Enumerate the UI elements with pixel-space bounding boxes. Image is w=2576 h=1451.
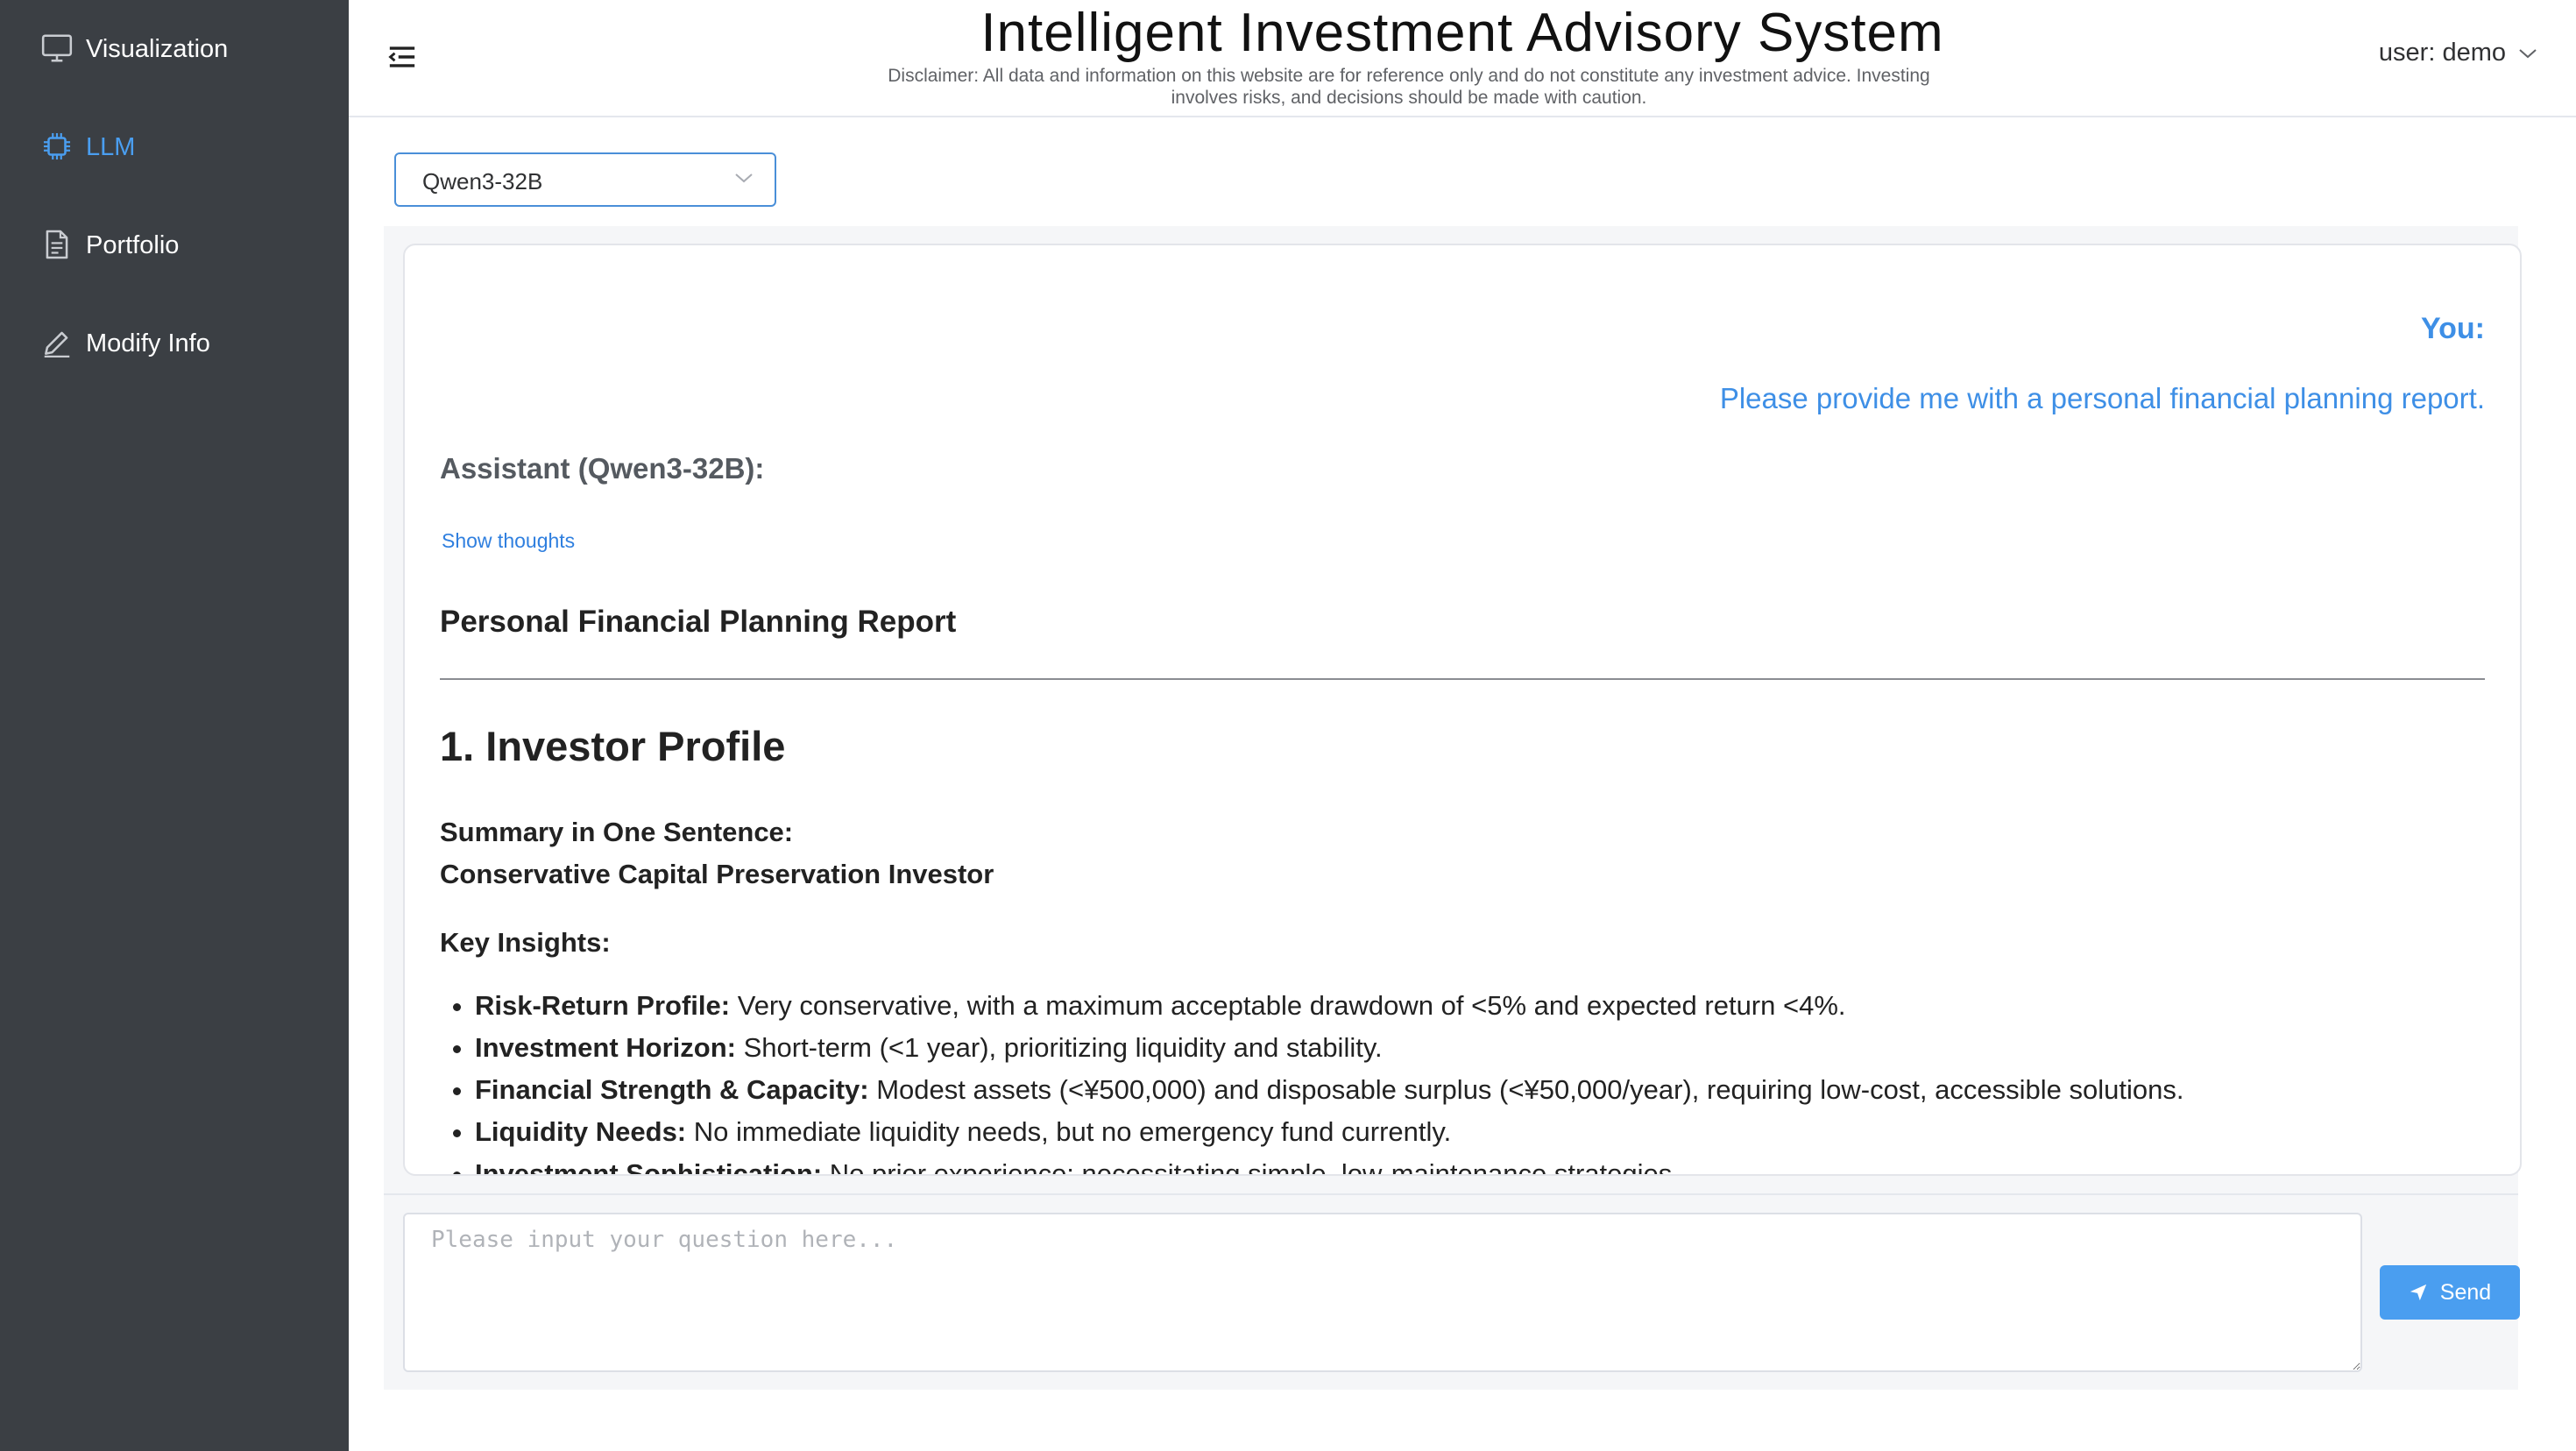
show-thoughts-link[interactable]: Show thoughts (442, 529, 575, 553)
document-icon (46, 230, 68, 259)
model-select[interactable]: Qwen3-32B (394, 152, 776, 207)
send-button-label: Send (2439, 1279, 2492, 1305)
chat-history[interactable]: You: Please provide me with a personal f… (403, 244, 2522, 1176)
summary-label: Summary in One Sentence: (440, 817, 794, 847)
user-menu[interactable]: user: demo (2379, 39, 2537, 67)
insight-term: Investment Sophistication: (475, 1158, 823, 1176)
edit-icon (44, 331, 70, 357)
list-item: Investment Sophistication: No prior expe… (475, 1157, 2490, 1176)
list-item: Investment Horizon: Short-term (<1 year)… (475, 1030, 2490, 1072)
send-icon (2410, 1284, 2426, 1301)
user-label: user: demo (2378, 39, 2506, 67)
sidebar-item-portfolio[interactable]: Portfolio (0, 196, 349, 294)
sidebar-item-label: Portfolio (86, 230, 180, 259)
assistant-message-label: Assistant (Qwen3-32B): (440, 452, 765, 485)
chevron-down-icon (2519, 48, 2537, 58)
list-item: Financial Strength & Capacity: Modest as… (475, 1072, 2490, 1115)
insight-term: Liquidity Needs: (475, 1116, 687, 1147)
section-heading: 1. Investor Profile (440, 723, 786, 769)
report-title: Personal Financial Planning Report (440, 605, 957, 639)
insight-text: Short-term (<1 year), prioritizing liqui… (735, 1032, 1383, 1063)
disclaimer-text: Disclaimer: All data and information on … (888, 66, 1930, 108)
user-message: Please provide me with a personal financ… (1719, 382, 2485, 414)
insight-text: Very conservative, with a maximum accept… (730, 990, 1846, 1021)
sidebar-item-label: Modify Info (86, 329, 210, 357)
insight-text: Modest assets (<¥500,000) and disposable… (868, 1074, 2184, 1105)
sidebar-item-visualization[interactable]: Visualization (0, 0, 349, 98)
sidebar: Visualization LLM Portfolio Modify Info (0, 0, 349, 1451)
sidebar-item-modify-info[interactable]: Modify Info (0, 294, 349, 393)
list-item: Liquidity Needs: No immediate liquidity … (475, 1115, 2490, 1157)
question-input[interactable] (403, 1213, 2362, 1372)
header: Intelligent Investment Advisory System D… (349, 0, 2576, 117)
insight-text: No immediate liquidity needs, but no eme… (686, 1116, 1452, 1147)
list-item: Risk-Return Profile: Very conservative, … (475, 988, 2490, 1030)
user-message-label: You: (2420, 312, 2485, 345)
send-button[interactable]: Send (2380, 1265, 2520, 1320)
insight-term: Investment Horizon: (475, 1032, 736, 1063)
insights-list: Risk-Return Profile: Very conservative, … (440, 988, 2490, 1176)
sidebar-item-label: LLM (86, 132, 136, 161)
chevron-down-icon (735, 173, 753, 183)
summary-value: Conservative Capital Preservation Invest… (440, 859, 994, 889)
insight-term: Financial Strength & Capacity: (475, 1074, 869, 1105)
sidebar-item-label: Visualization (86, 34, 229, 63)
insights-label: Key Insights: (440, 927, 611, 958)
monitor-icon (41, 34, 73, 62)
page-title: Intelligent Investment Advisory System (980, 3, 1944, 63)
model-select-value: Qwen3-32B (422, 168, 543, 195)
sidebar-item-llm[interactable]: LLM (0, 98, 349, 196)
divider (440, 678, 2485, 680)
divider (384, 1193, 2518, 1195)
chip-icon (43, 132, 71, 160)
insight-text: No prior experience; necessitating simpl… (822, 1158, 1680, 1176)
insight-term: Risk-Return Profile: (475, 990, 731, 1021)
